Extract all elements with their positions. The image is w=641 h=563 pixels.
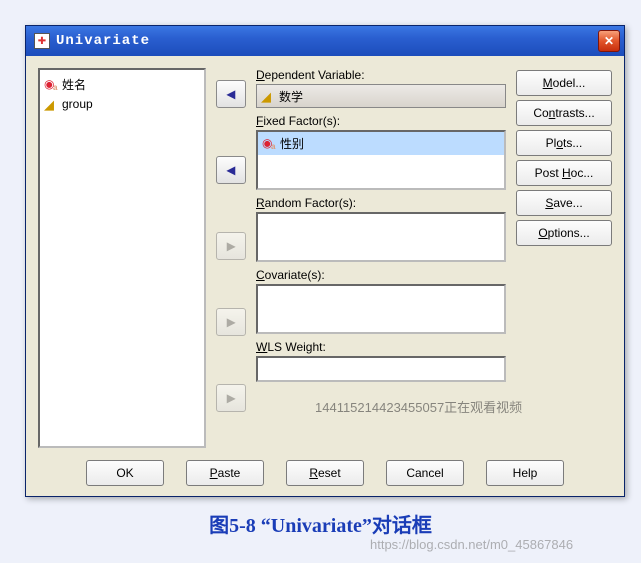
nominal-icon	[262, 137, 276, 151]
random-section: Random Factor(s):	[256, 196, 506, 262]
var-name: 姓名	[62, 76, 86, 93]
fixed-section: Fixed Factor(s): 性别	[256, 114, 506, 190]
target-fields-column: Dependent Variable: 数学 Fixed Factor(s): …	[256, 68, 506, 448]
dependent-section: Dependent Variable: 数学	[256, 68, 506, 108]
reset-button[interactable]: Reset	[286, 460, 364, 486]
fixed-label: Fixed Factor(s):	[256, 114, 506, 128]
move-to-fixed-button[interactable]: ◂	[216, 156, 246, 184]
contrasts-button[interactable]: Contrasts...	[516, 100, 612, 126]
dependent-value: 数学	[279, 88, 303, 105]
list-item[interactable]: group	[44, 95, 200, 113]
options-button[interactable]: Options...	[516, 220, 612, 246]
source-variable-list[interactable]: 姓名 group	[38, 68, 206, 448]
var-name: group	[62, 97, 93, 111]
app-icon: ✚	[34, 33, 50, 49]
nominal-icon	[44, 78, 58, 92]
dependent-label: Dependent Variable:	[256, 68, 506, 82]
random-label: Random Factor(s):	[256, 196, 506, 210]
fixed-factors-list[interactable]: 性别	[256, 130, 506, 190]
list-item[interactable]: 姓名	[44, 74, 200, 95]
transfer-buttons-column: ◂ ◂ ▸ ▸ ▸	[216, 68, 246, 448]
wls-label: WLS Weight:	[256, 340, 506, 354]
dialog-button-row: OK Paste Reset Cancel Help	[38, 460, 612, 486]
paste-button[interactable]: Paste	[186, 460, 264, 486]
save-button[interactable]: Save...	[516, 190, 612, 216]
model-button[interactable]: Model...	[516, 70, 612, 96]
window-title: Univariate	[56, 33, 150, 49]
wls-section: WLS Weight:	[256, 340, 506, 382]
covariate-section: Covariate(s):	[256, 268, 506, 334]
list-item[interactable]: 性别	[258, 132, 504, 155]
cancel-button[interactable]: Cancel	[386, 460, 464, 486]
plots-button[interactable]: Plots...	[516, 130, 612, 156]
random-factors-list[interactable]	[256, 212, 506, 262]
arrow-left-icon: ◂	[227, 160, 235, 180]
arrow-right-icon: ▸	[227, 236, 235, 256]
ok-button[interactable]: OK	[86, 460, 164, 486]
move-to-covariate-button[interactable]: ▸	[216, 308, 246, 336]
covariate-label: Covariate(s):	[256, 268, 506, 282]
arrow-left-icon: ◂	[227, 84, 235, 104]
move-to-random-button[interactable]: ▸	[216, 232, 246, 260]
covariate-list[interactable]	[256, 284, 506, 334]
dependent-variable-field[interactable]: 数学	[256, 84, 506, 108]
scale-icon	[44, 97, 58, 111]
titlebar: ✚ Univariate ✕	[26, 26, 624, 56]
arrow-right-icon: ▸	[227, 388, 235, 408]
right-buttons-column: Model... Contrasts... Plots... Post Hoc.…	[516, 68, 612, 448]
close-button[interactable]: ✕	[598, 30, 620, 52]
scale-icon	[261, 89, 275, 103]
help-button[interactable]: Help	[486, 460, 564, 486]
figure-caption: 图5-8 “Univariate”对话框	[25, 509, 616, 538]
watermark-url: https://blog.csdn.net/m0_45867846	[370, 537, 573, 552]
posthoc-button[interactable]: Post Hoc...	[516, 160, 612, 186]
move-to-wls-button[interactable]: ▸	[216, 384, 246, 412]
arrow-right-icon: ▸	[227, 312, 235, 332]
fixed-value: 性别	[280, 135, 304, 152]
wls-weight-field[interactable]	[256, 356, 506, 382]
univariate-dialog: ✚ Univariate ✕ 姓名 group	[25, 25, 625, 497]
move-to-dependent-button[interactable]: ◂	[216, 80, 246, 108]
